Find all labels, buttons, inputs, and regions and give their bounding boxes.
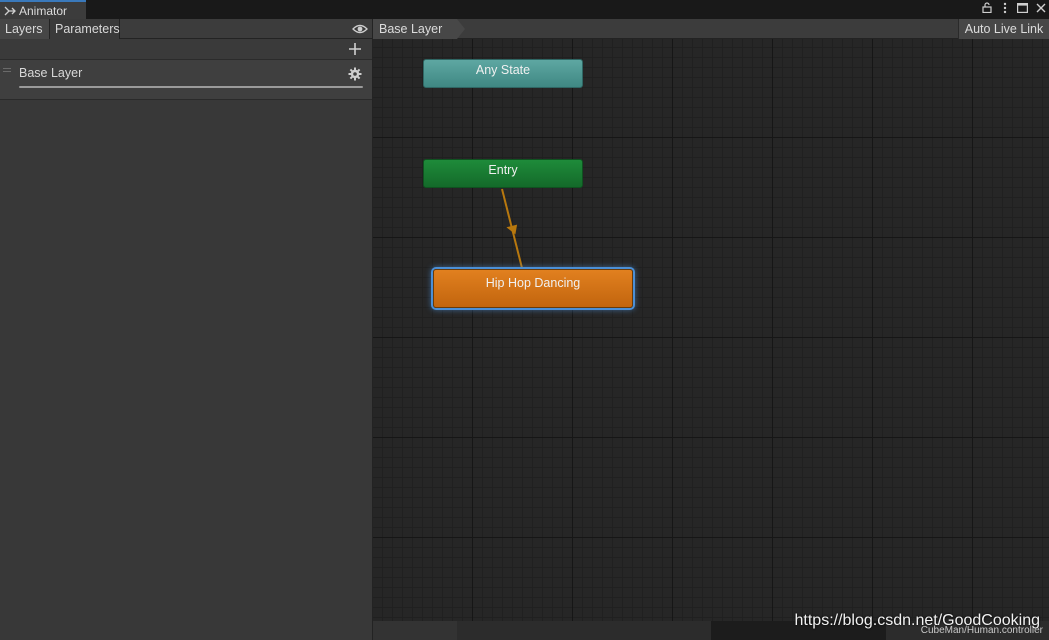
window-tab-bar: Animator: [0, 0, 1049, 19]
graph-toolbar: Base Layer Auto Live Link: [373, 19, 1049, 39]
auto-live-link-button[interactable]: Auto Live Link: [958, 19, 1049, 39]
layer-weight-slider[interactable]: [19, 86, 363, 88]
left-panel-tabs: Layers Parameters: [0, 19, 372, 39]
layers-toolbar: [0, 39, 372, 60]
node-any-state-label: Any State: [475, 62, 531, 77]
more-icon[interactable]: [998, 1, 1011, 14]
status-segment: [373, 621, 457, 640]
node-entry-label: Entry: [488, 162, 518, 177]
breadcrumb-base-layer[interactable]: Base Layer: [373, 19, 457, 39]
window-title: Animator: [19, 3, 68, 18]
plus-icon: [349, 43, 361, 55]
animator-window-tab[interactable]: Animator: [0, 0, 86, 19]
node-any-state[interactable]: Any State: [423, 59, 583, 88]
add-layer-button[interactable]: [348, 40, 362, 58]
state-machine-graph[interactable]: Base Layer Auto Live Link Any State Entr…: [373, 19, 1049, 621]
drag-handle-icon[interactable]: [3, 68, 11, 72]
node-hip-hop-dancing[interactable]: Hip Hop Dancing: [433, 269, 633, 308]
watermark: https://blog.csdn.net/GoodCooking: [794, 612, 1041, 629]
tab-layers[interactable]: Layers: [0, 19, 50, 39]
transition-entry-to-hiphop[interactable]: [373, 19, 1049, 621]
breadcrumb-arrow: [457, 19, 465, 39]
maximize-icon[interactable]: [1016, 1, 1029, 14]
animator-icon: [4, 6, 16, 15]
node-entry[interactable]: Entry: [423, 159, 583, 188]
gear-icon[interactable]: [348, 67, 362, 81]
window-controls: [980, 0, 1047, 15]
eye-icon[interactable]: [352, 22, 368, 36]
layer-row-base-layer[interactable]: Base Layer: [0, 60, 372, 100]
node-hip-hop-dancing-label: Hip Hop Dancing: [485, 275, 581, 290]
layer-name: Base Layer: [19, 66, 83, 80]
lock-icon[interactable]: [980, 1, 993, 14]
layers-panel: Layers Parameters Base Layer: [0, 19, 373, 640]
close-icon[interactable]: [1034, 1, 1047, 14]
tab-parameters[interactable]: Parameters: [50, 19, 120, 39]
